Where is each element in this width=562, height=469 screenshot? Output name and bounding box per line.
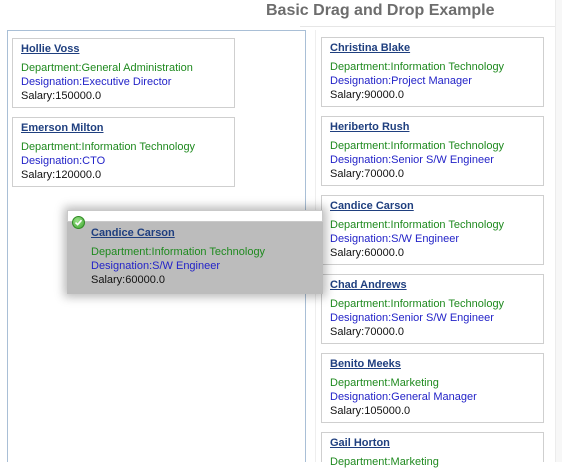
drag-proxy-card: Candice Carson Department:Information Te… xyxy=(91,226,317,287)
check-circle-icon xyxy=(72,216,85,229)
employee-department: Department:Information Technology xyxy=(21,141,196,153)
employee-name-link: Candice Carson xyxy=(91,227,175,239)
employee-designation: Designation:S/W Engineer xyxy=(91,260,221,272)
employee-name-link[interactable]: Christina Blake xyxy=(330,41,543,55)
employee-card-christina-blake[interactable]: Christina Blake Department:Information T… xyxy=(321,37,544,107)
drag-proxy[interactable]: Candice Carson Department:Information Te… xyxy=(67,210,323,294)
employee-designation: Designation:S/W Engineer xyxy=(330,233,460,245)
employee-name-link[interactable]: Emerson Milton xyxy=(21,121,234,135)
employee-salary: Salary:60000.0 xyxy=(330,247,404,259)
employee-card-chad-andrews[interactable]: Chad Andrews Department:Information Tech… xyxy=(321,274,544,344)
page-title-text: Basic Drag and Drop Example xyxy=(266,2,495,19)
employee-designation: Designation:General Manager xyxy=(330,391,477,403)
employee-department: Department:Information Technology xyxy=(91,246,266,258)
employee-salary: Salary:70000.0 xyxy=(330,326,404,338)
employee-name-link[interactable]: Heriberto Rush xyxy=(330,120,543,134)
employee-card-hollie-voss[interactable]: Hollie Voss Department:General Administr… xyxy=(12,38,235,108)
employee-name-link[interactable]: Hollie Voss xyxy=(21,42,234,56)
employee-designation: Designation:Senior S/W Engineer xyxy=(330,154,494,166)
employee-designation: Designation:Senior S/W Engineer xyxy=(330,312,494,324)
employee-designation: Designation:CTO xyxy=(21,155,106,167)
employee-department: Department:Information Technology xyxy=(330,298,505,310)
employee-designation: Designation:Project Manager xyxy=(330,75,472,87)
employee-salary: Salary:60000.0 xyxy=(91,274,165,286)
employee-card-benito-meeks[interactable]: Benito Meeks Department:Marketing Design… xyxy=(321,353,544,423)
employee-department: Department:Information Technology xyxy=(330,140,505,152)
employee-card-heriberto-rush[interactable]: Heriberto Rush Department:Information Te… xyxy=(321,116,544,186)
employee-card-gail-horton[interactable]: Gail Horton Department:Marketing xyxy=(321,432,544,468)
employee-salary: Salary:120000.0 xyxy=(21,169,102,181)
employee-name-link[interactable]: Benito Meeks xyxy=(330,357,543,371)
employee-department: Department:Information Technology xyxy=(330,61,505,73)
employee-department: Department:Marketing xyxy=(330,456,439,468)
employee-salary: Salary:105000.0 xyxy=(330,405,411,417)
employee-name-link[interactable]: Candice Carson xyxy=(330,199,543,213)
employee-card-candice-carson[interactable]: Candice Carson Department:Information Te… xyxy=(321,195,544,265)
employee-salary: Salary:150000.0 xyxy=(21,90,102,102)
employee-designation: Designation:Executive Director xyxy=(21,76,172,88)
scrollbar-gutter[interactable] xyxy=(555,0,562,462)
employee-card-emerson-milton[interactable]: Emerson Milton Department:Information Te… xyxy=(12,117,235,187)
title-underline xyxy=(300,26,562,27)
employee-name-link[interactable]: Gail Horton xyxy=(330,436,543,450)
employee-name-link[interactable]: Chad Andrews xyxy=(330,278,543,292)
employee-salary: Salary:90000.0 xyxy=(330,89,404,101)
drag-proxy-header xyxy=(67,210,323,222)
employee-department: Department:Information Technology xyxy=(330,219,505,231)
employee-department: Department:Marketing xyxy=(330,377,439,389)
employee-department: Department:General Administration xyxy=(21,62,193,74)
employee-salary: Salary:70000.0 xyxy=(330,168,404,180)
